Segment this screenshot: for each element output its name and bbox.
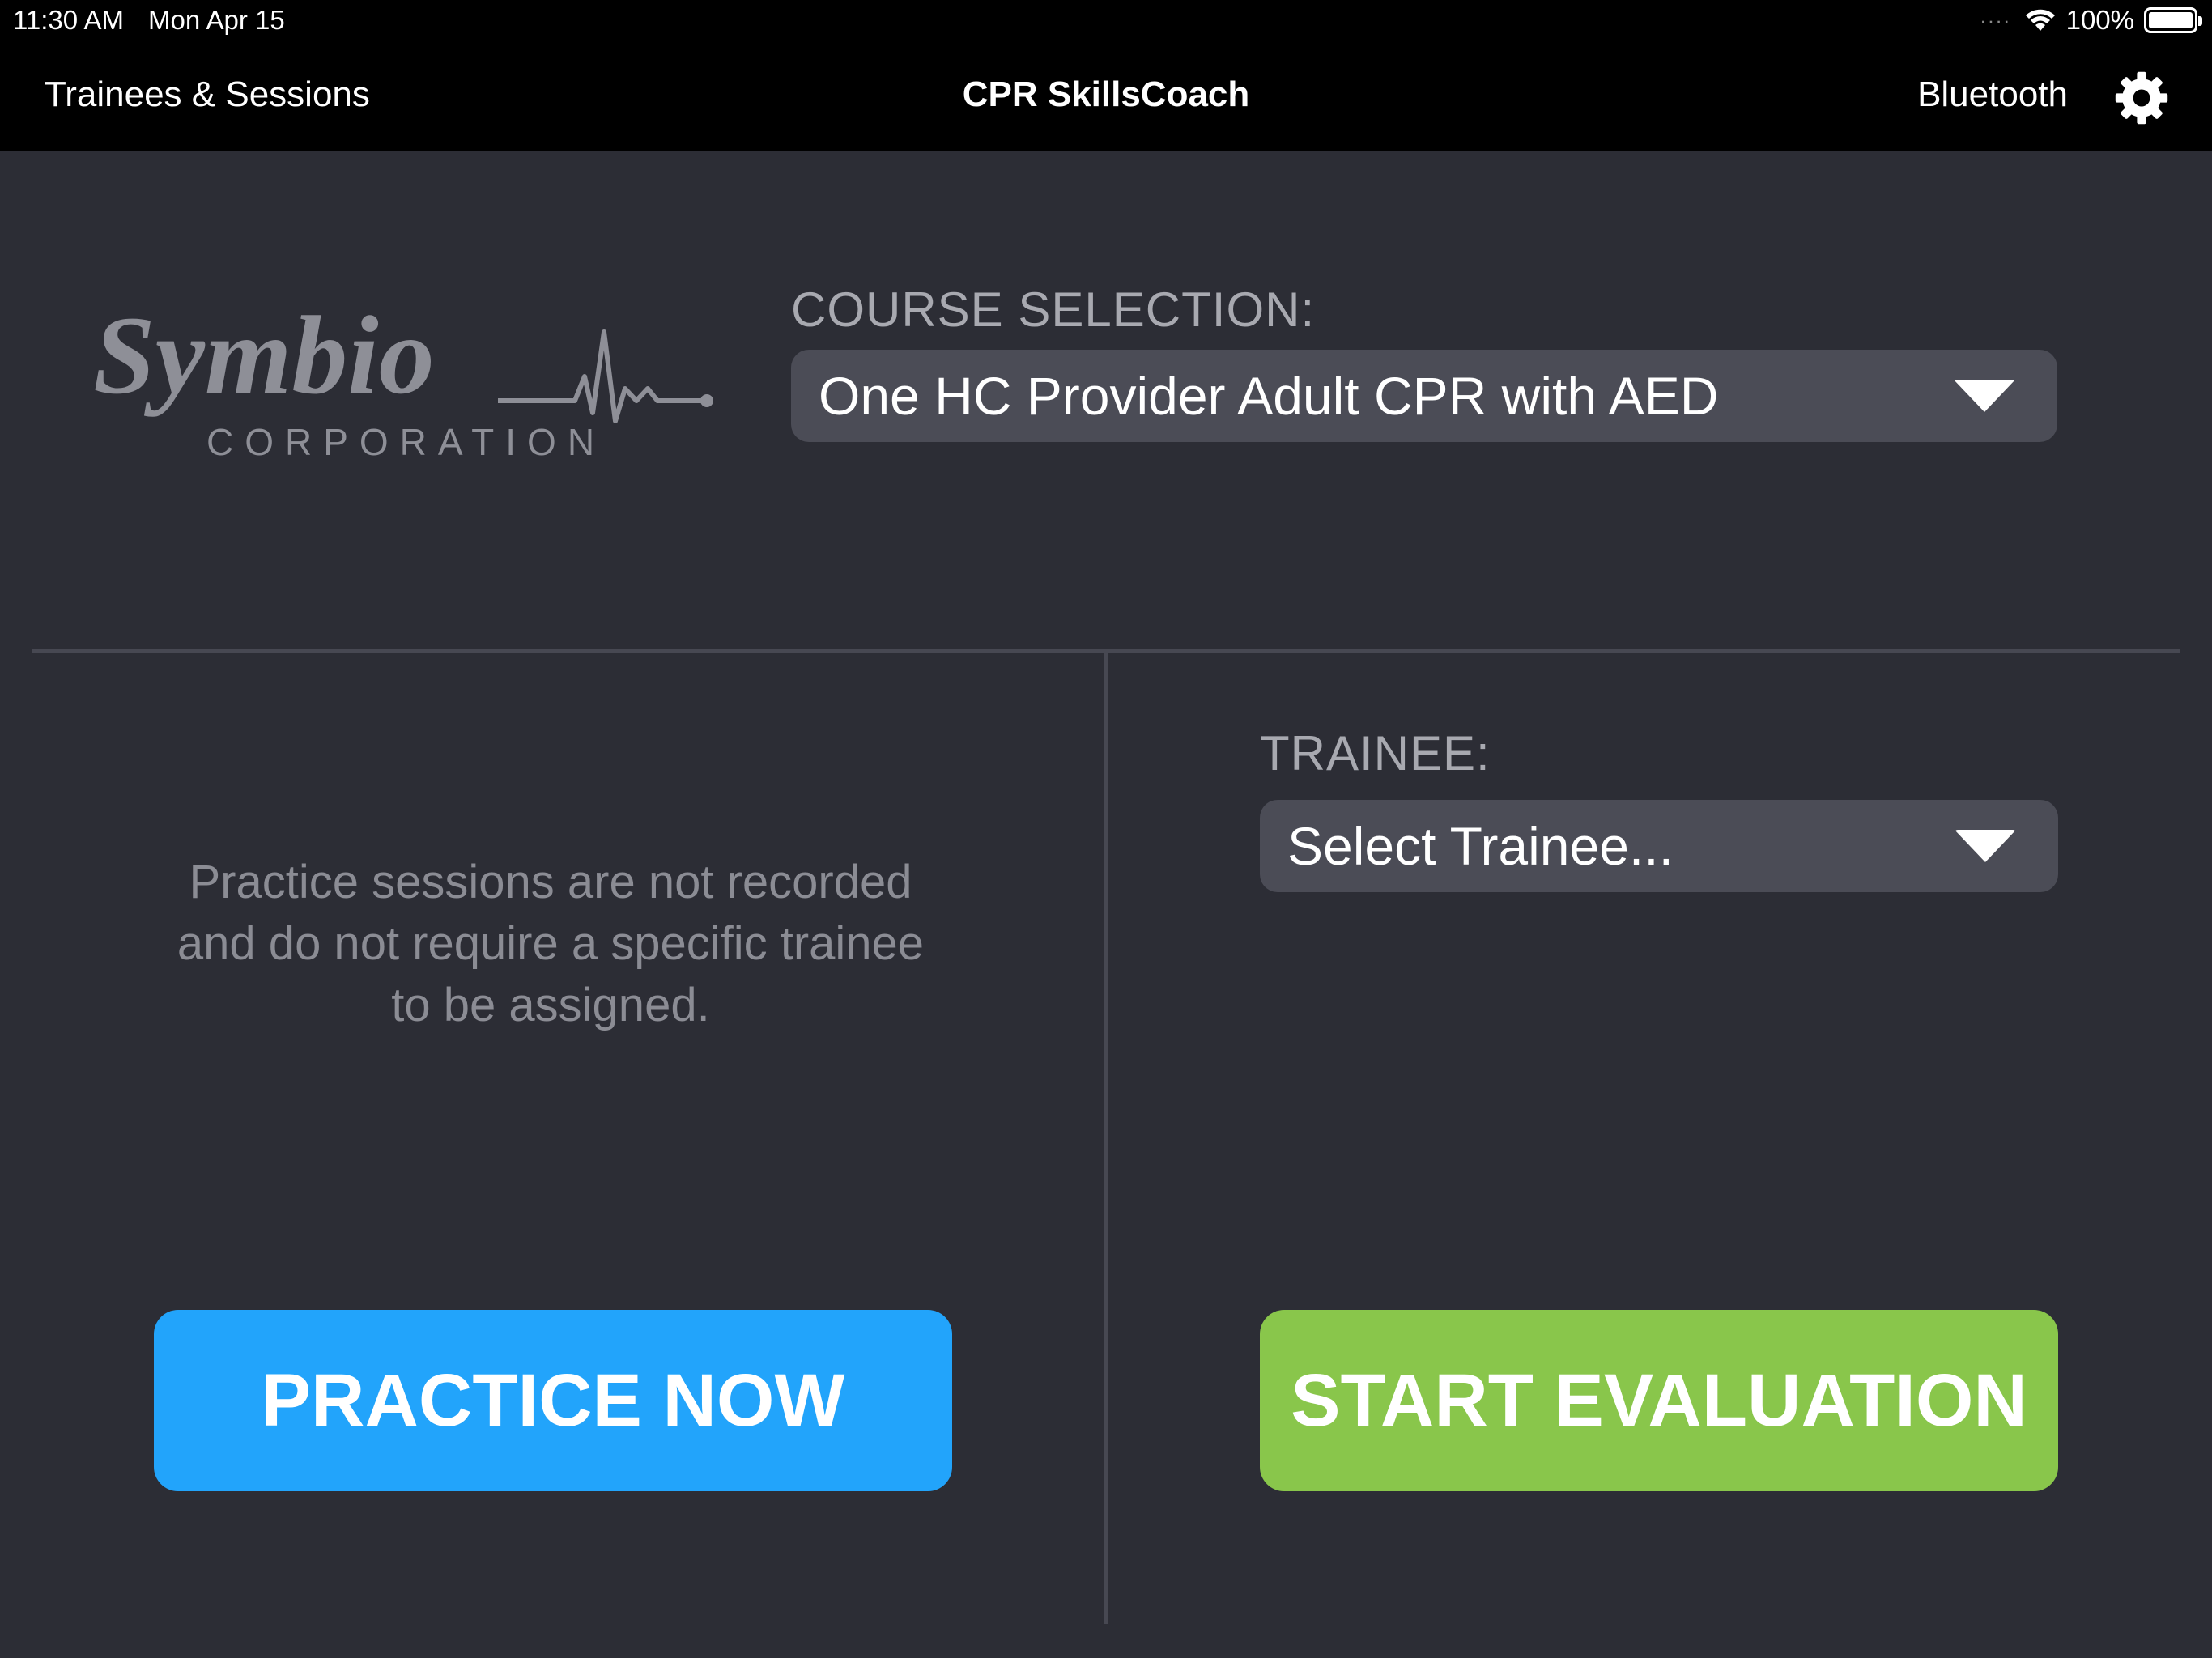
status-bar-left: 11:30 AM Mon Apr 15 xyxy=(13,5,285,36)
start-evaluation-button[interactable]: START EVALUATION xyxy=(1260,1310,2058,1491)
status-bar-right: ···· 100% xyxy=(1979,5,2202,36)
battery-percent: 100% xyxy=(2065,5,2134,35)
chevron-down-icon xyxy=(1954,380,2015,412)
course-selection-label: COURSE SELECTION: xyxy=(791,283,1316,337)
trainee-label: TRAINEE: xyxy=(1260,726,1491,780)
wifi-icon xyxy=(2025,9,2055,31)
practice-now-button[interactable]: PRACTICE NOW xyxy=(154,1310,952,1491)
cellular-signal-icon: ···· xyxy=(1979,7,2011,32)
course-dropdown-value: One HC Provider Adult CPR with AED xyxy=(819,366,1719,426)
trainee-dropdown[interactable]: Select Trainee... xyxy=(1260,800,2058,892)
top-bar: 11:30 AM Mon Apr 15 ···· 100% Trainees &… xyxy=(0,0,2212,151)
logo-brand-text: Symbio xyxy=(93,300,435,417)
vertical-divider xyxy=(1104,653,1108,1624)
chevron-down-icon xyxy=(1955,830,2016,862)
logo-subtitle-text: CORPORATION xyxy=(206,421,606,463)
status-time: 11:30 AM xyxy=(13,5,124,35)
battery-icon xyxy=(2144,7,2202,33)
symbio-logo: Symbio CORPORATION xyxy=(93,300,713,463)
page-title: CPR SkillsCoach xyxy=(962,74,1250,114)
heartbeat-line-icon xyxy=(498,329,704,423)
trainee-dropdown-value: Select Trainee... xyxy=(1287,816,1674,876)
gear-icon[interactable] xyxy=(2113,70,2170,126)
status-date: Mon Apr 15 xyxy=(147,5,285,35)
bluetooth-button[interactable]: Bluetooth xyxy=(1917,74,2068,115)
course-dropdown[interactable]: One HC Provider Adult CPR with AED xyxy=(791,350,2057,442)
trainees-sessions-button[interactable]: Trainees & Sessions xyxy=(45,74,370,115)
practice-note: Practice sessions are not recorded and d… xyxy=(177,856,925,1031)
